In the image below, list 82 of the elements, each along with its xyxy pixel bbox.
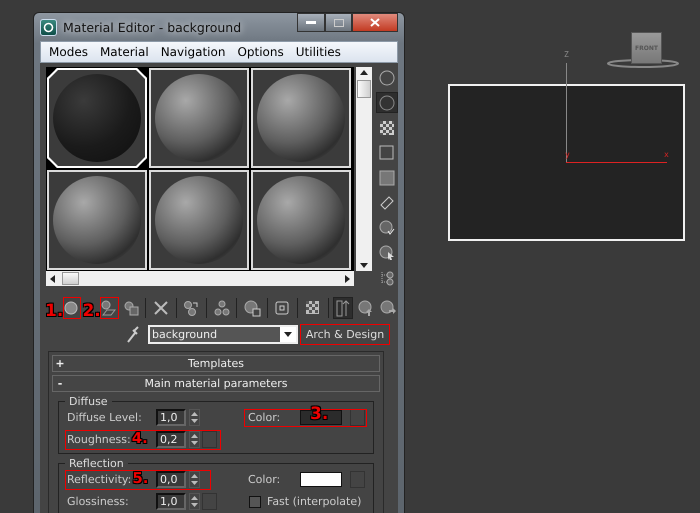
sphere-icon[interactable]	[62, 299, 80, 317]
spheres-group-icon[interactable]	[212, 299, 231, 317]
spheres-arrow-icon[interactable]	[182, 299, 200, 317]
material-slot[interactable]	[47, 170, 147, 270]
sphere-up-icon[interactable]	[356, 299, 375, 317]
axis-label: y	[565, 151, 570, 159]
show-in-viewport-button[interactable]	[333, 297, 354, 319]
menu-item[interactable]: Modes	[43, 45, 94, 59]
sphere-box-icon[interactable]	[122, 299, 140, 317]
highlight-frame	[63, 297, 82, 319]
sphere-right-icon[interactable]	[379, 299, 398, 317]
sphere-arrow-icon[interactable]	[99, 299, 118, 317]
annotation-number: 5.	[132, 470, 148, 486]
sphere-save-icon[interactable]	[243, 299, 262, 317]
app-icon	[40, 18, 57, 36]
sphere-icon[interactable]	[378, 94, 396, 112]
sphere-icon[interactable]	[378, 68, 396, 86]
material-slot[interactable]	[251, 68, 351, 168]
delete-icon[interactable]	[152, 299, 170, 317]
rollout-header[interactable]: - Main material parameters	[52, 375, 380, 392]
vertical-scrollbar[interactable]	[356, 67, 372, 271]
square-icon[interactable]	[273, 299, 292, 317]
arrow-icon[interactable]	[360, 262, 368, 269]
arrow-icon[interactable]	[49, 274, 56, 282]
color-label: Color:	[248, 411, 282, 424]
hierarchy-icon[interactable]	[379, 270, 395, 286]
arrow-icon[interactable]	[360, 69, 368, 76]
square-icon[interactable]	[379, 144, 395, 160]
color-swatch[interactable]	[300, 472, 342, 487]
color-label: Color:	[248, 473, 282, 486]
menu-item[interactable]: Material	[94, 45, 155, 59]
arrow-icon[interactable]	[344, 274, 351, 282]
spinner-arrows-icon[interactable]	[189, 493, 200, 510]
close-button[interactable]	[352, 13, 398, 32]
scroll-thumb[interactable]	[357, 80, 371, 98]
rollout-header[interactable]: + Templates	[52, 355, 380, 372]
annotation-number: 3.	[310, 406, 328, 422]
eyedropper-icon[interactable]	[126, 326, 140, 344]
minimize-icon	[306, 21, 316, 24]
checker-icon[interactable]	[379, 120, 395, 136]
material-name: background	[152, 328, 218, 341]
caret-icon[interactable]	[280, 327, 296, 342]
checkbox-label: Fast (interpolate)	[267, 495, 362, 508]
field-label: Reflectivity:	[67, 473, 132, 486]
window-title: Material Editor - background	[63, 20, 242, 34]
sphere-cursor-icon[interactable]	[379, 244, 395, 260]
field-label: Glossiness:	[67, 495, 129, 508]
close-icon	[370, 18, 380, 27]
number-field[interactable]: 0,2	[156, 431, 186, 448]
number-field[interactable]: 0,0	[156, 471, 186, 488]
number-field[interactable]: 1,0	[156, 493, 186, 510]
map-button[interactable]	[350, 409, 365, 426]
maximize-button[interactable]	[325, 13, 352, 32]
scroll-thumb[interactable]	[62, 272, 79, 285]
number-field[interactable]: 1,0	[156, 409, 186, 426]
maximize-icon	[334, 18, 344, 26]
menu-item[interactable]: Options	[231, 45, 290, 59]
checkbox[interactable]	[249, 496, 261, 508]
axis-label: Z	[564, 51, 569, 59]
menu-item[interactable]: Navigation	[154, 45, 232, 59]
annotation-number: 4.	[132, 430, 148, 446]
annotation-number: 1.	[45, 303, 64, 320]
menu-item[interactable]: Utilities	[290, 45, 347, 59]
checker-icon[interactable]	[304, 299, 322, 317]
group-title: Diffuse	[68, 395, 109, 408]
material-name-dropdown[interactable]: background	[148, 325, 298, 344]
material-slot[interactable]	[149, 170, 249, 270]
material-slot[interactable]	[149, 68, 249, 168]
spinner-arrows-icon[interactable]	[189, 431, 200, 448]
spinner-arrows-icon[interactable]	[189, 471, 200, 488]
field-label: Roughness:	[67, 433, 131, 446]
group-title: Reflection	[68, 457, 125, 470]
axis-label: x	[664, 151, 669, 159]
sphere-check-icon[interactable]	[379, 220, 395, 236]
annotation-number: 2.	[82, 303, 101, 320]
material-slot[interactable]	[251, 170, 351, 270]
horizontal-scrollbar[interactable]	[46, 271, 354, 286]
minimize-button[interactable]	[297, 13, 325, 32]
field-label: Diffuse Level:	[67, 411, 142, 424]
spinner-arrows-icon[interactable]	[189, 409, 200, 426]
highlight-frame	[100, 297, 119, 319]
material-type-button[interactable]: Arch & Design	[300, 324, 390, 345]
